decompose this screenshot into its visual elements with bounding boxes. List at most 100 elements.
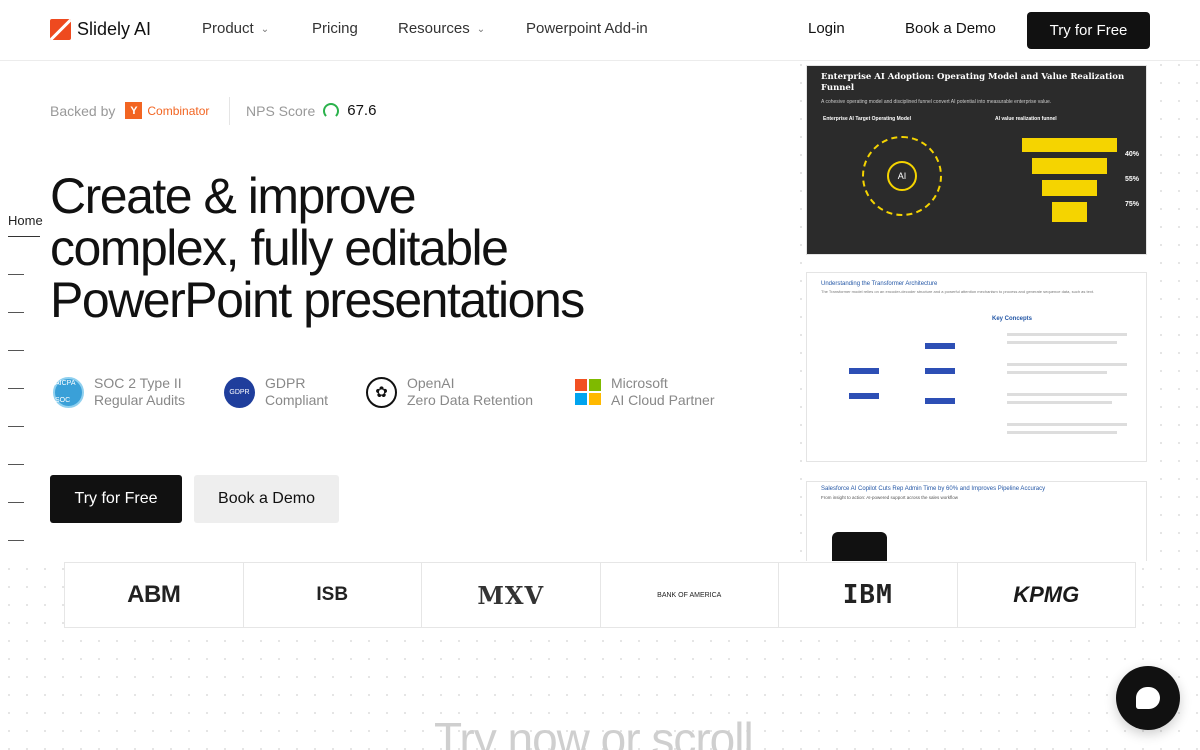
- text-line: [1007, 363, 1127, 366]
- yc-name: Combinator: [147, 103, 210, 118]
- text-line: [1007, 371, 1107, 374]
- nav-pricing-label: Pricing: [312, 20, 358, 37]
- gdpr-badge-icon: GDPR: [224, 376, 255, 408]
- nav-powerpoint-addin[interactable]: Powerpoint Add-in: [526, 20, 648, 37]
- nav-product-label: Product: [202, 20, 254, 37]
- side-nav-item[interactable]: [8, 464, 24, 465]
- slidely-logo-icon: [50, 19, 71, 40]
- diagram-block: [925, 368, 955, 374]
- nav-pricing[interactable]: Pricing: [312, 20, 358, 37]
- side-nav-item[interactable]: [8, 312, 24, 313]
- microsoft-line1: Microsoft: [611, 375, 668, 391]
- openai-icon: ✿: [366, 376, 397, 408]
- logo-kpmg: KPMG: [1013, 582, 1080, 607]
- text-line: [1007, 393, 1127, 396]
- try-free-button-top[interactable]: Try for Free: [1027, 12, 1150, 49]
- gdpr-text: GDPR Compliant: [265, 375, 328, 409]
- scroll-prompt: Try now or scroll: [434, 713, 754, 750]
- soc2-line2: Regular Audits: [94, 392, 186, 408]
- slide1-subtitle: A cohesive operating model and disciplin…: [821, 99, 1052, 105]
- brand-logo[interactable]: Slidely AI: [50, 19, 151, 40]
- slide1-title: Enterprise AI Adoption: Operating Model …: [821, 72, 1125, 93]
- y-combinator-logo: Y Combinator: [125, 102, 209, 119]
- soc2-badge: AICPA SOC SOC 2 Type II Regular Audits: [53, 375, 185, 409]
- key-concepts-heading: Key Concepts: [992, 316, 1033, 322]
- side-nav-home[interactable]: Home: [8, 213, 43, 228]
- yc-icon: Y: [125, 102, 143, 119]
- gauge-icon: [323, 102, 340, 119]
- logo-abm: ABM: [65, 563, 244, 627]
- brand-name: Slidely AI: [77, 19, 152, 39]
- openai-line1: OpenAI: [407, 375, 455, 391]
- side-nav-item[interactable]: [8, 274, 24, 275]
- divider: [229, 97, 230, 125]
- headline-line-1: Create & improve: [50, 168, 417, 224]
- nps-label: NPS Score: [246, 102, 316, 119]
- logo-mxv: MXV: [422, 563, 601, 627]
- slide-previews[interactable]: Enterprise AI Adoption: Operating Model …: [803, 61, 1148, 561]
- chat-widget-button[interactable]: [1116, 666, 1180, 730]
- nav-resources-label: Resources: [398, 20, 470, 37]
- nav-product[interactable]: Product ⌄: [202, 20, 269, 37]
- slide2-title: Understanding the Transformer Architectu…: [821, 281, 938, 287]
- chevron-down-icon: ⌄: [260, 24, 270, 35]
- openai-line2: Zero Data Retention: [407, 392, 534, 408]
- slide-preview-salesforce[interactable]: Salesforce AI Copilot Cuts Rep Admin Tim…: [806, 481, 1147, 561]
- funnel-stage: [1052, 202, 1087, 222]
- diagram-block: [925, 398, 955, 404]
- microsoft-icon: [575, 379, 601, 405]
- soc2-line1: SOC 2 Type II: [94, 375, 182, 391]
- diagram-block: [849, 368, 879, 374]
- gdpr-line1: GDPR: [265, 375, 306, 391]
- microsoft-badge: Microsoft AI Cloud Partner: [575, 375, 715, 409]
- logo-ibm: IBM: [779, 563, 958, 627]
- headline-line-2: complex, fully editable: [50, 220, 509, 276]
- side-nav-active-indicator: [8, 236, 40, 237]
- slide1-right-heading: AI value realization funnel: [995, 116, 1057, 122]
- try-free-button[interactable]: Try for Free: [50, 475, 182, 523]
- slide-preview-ai-adoption[interactable]: Enterprise AI Adoption: Operating Model …: [806, 65, 1147, 255]
- nps-score: NPS Score 67.6: [246, 102, 376, 119]
- slide1-left-heading: Enterprise AI Target Operating Model: [823, 116, 912, 122]
- customer-logos: ABM ISB MXV BANK OF AMERICA IBM KPMG: [64, 562, 1136, 628]
- login-link[interactable]: Login: [808, 20, 845, 37]
- funnel-percent: 75%: [1125, 201, 1140, 208]
- side-nav-item[interactable]: [8, 388, 24, 389]
- chat-bubble-icon: [1136, 687, 1160, 709]
- hero-headline: Create & improve complex, fully editable…: [50, 170, 670, 326]
- openai-text: OpenAI Zero Data Retention: [407, 375, 533, 409]
- text-line: [1007, 333, 1127, 336]
- funnel-percent: 40%: [1125, 151, 1140, 158]
- headline-line-3: PowerPoint presentations: [50, 272, 585, 328]
- text-line: [1007, 431, 1117, 434]
- side-nav-item[interactable]: [8, 502, 24, 503]
- chevron-down-icon: ⌄: [476, 24, 486, 35]
- book-demo-link[interactable]: Book a Demo: [905, 20, 996, 37]
- logo-bank-of-america: BANK OF AMERICA: [601, 563, 779, 627]
- side-nav-item[interactable]: [8, 540, 24, 541]
- side-nav-item[interactable]: [8, 350, 24, 351]
- soc-badge-icon: AICPA SOC: [53, 376, 84, 408]
- diagram-block: [849, 393, 879, 399]
- funnel-stage: [1022, 138, 1117, 152]
- slide2-subtitle: The Transformer model relies on an encod…: [821, 289, 1095, 294]
- funnel-percent: 55%: [1125, 176, 1140, 183]
- text-line: [1007, 423, 1127, 426]
- top-navbar: Slidely AI Product ⌄ Pricing Resources ⌄…: [0, 0, 1200, 61]
- slide-preview-transformer[interactable]: Understanding the Transformer Architectu…: [806, 272, 1147, 462]
- nav-addin-label: Powerpoint Add-in: [526, 20, 648, 37]
- book-demo-button[interactable]: Book a Demo: [194, 475, 339, 523]
- microsoft-line2: AI Cloud Partner: [611, 392, 715, 408]
- microsoft-text: Microsoft AI Cloud Partner: [611, 375, 715, 409]
- gdpr-badge: GDPR GDPR Compliant: [224, 375, 328, 409]
- nav-resources[interactable]: Resources ⌄: [398, 20, 485, 37]
- side-nav-item[interactable]: [8, 426, 24, 427]
- nps-value: 67.6: [347, 102, 377, 119]
- funnel-stage: [1042, 180, 1097, 196]
- slide3-subtitle: From insight to action: AI-powered suppo…: [821, 495, 959, 500]
- gdpr-line2: Compliant: [265, 392, 329, 408]
- backed-by-label: Backed by: [50, 102, 116, 119]
- soc2-text: SOC 2 Type II Regular Audits: [94, 375, 185, 409]
- openai-badge: ✿ OpenAI Zero Data Retention: [366, 375, 533, 409]
- backed-by: Backed by Y Combinator: [50, 102, 209, 119]
